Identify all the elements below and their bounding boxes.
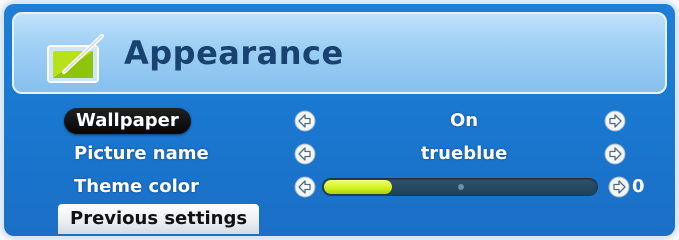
slider-fill: [324, 180, 392, 194]
left-arrow-icon[interactable]: [294, 143, 316, 165]
theme-color-slider[interactable]: [322, 178, 598, 196]
setting-label-wallpaper[interactable]: Wallpaper: [64, 108, 191, 134]
setting-row-picture-name[interactable]: Picture name trueblue: [4, 141, 675, 169]
setting-label-picture-name[interactable]: Picture name: [64, 141, 219, 167]
previous-settings-button[interactable]: Previous settings: [58, 204, 260, 234]
setting-row-theme-color[interactable]: Theme color 0: [4, 174, 675, 202]
setting-value-wallpaper: On: [449, 110, 479, 131]
right-arrow-icon[interactable]: [604, 110, 626, 132]
appearance-panel: Appearance Wallpaper On Picture name tru…: [4, 4, 675, 236]
right-arrow-icon[interactable]: [608, 176, 630, 198]
right-arrow-icon[interactable]: [604, 143, 626, 165]
setting-row-wallpaper[interactable]: Wallpaper On: [4, 108, 675, 136]
setting-value-picture-name: trueblue: [420, 143, 508, 164]
header-bar: Appearance: [12, 12, 667, 94]
left-arrow-icon[interactable]: [294, 110, 316, 132]
setting-value-theme-color: 0: [632, 176, 645, 197]
setting-label-theme-color[interactable]: Theme color: [64, 174, 209, 200]
slider-center-marker: [458, 184, 464, 190]
left-arrow-icon[interactable]: [294, 176, 316, 198]
page-title: Appearance: [124, 34, 344, 72]
appearance-icon: [47, 34, 104, 83]
